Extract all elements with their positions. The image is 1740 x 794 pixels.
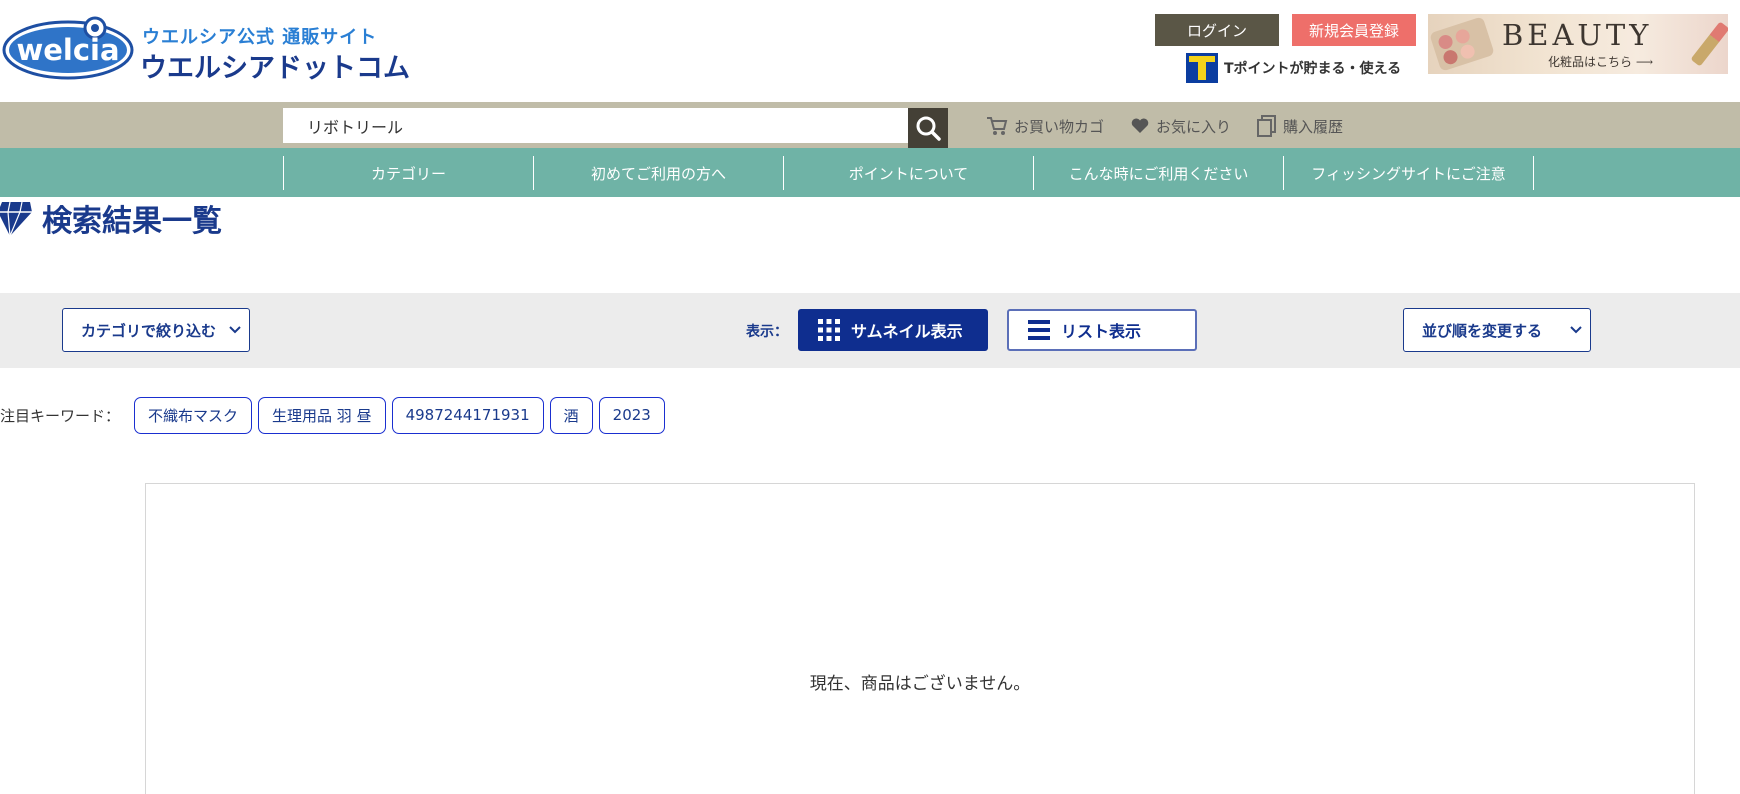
banner-title: BEAUTY [1502,18,1653,52]
nav-item-points[interactable]: ポイントについて [783,156,1033,190]
search-icon [916,116,941,141]
favorites-link-label: お気に入り [1156,117,1232,136]
category-filter-select[interactable]: カテゴリで絞り込む [62,308,250,352]
nav-item-category[interactable]: カテゴリー [283,156,533,190]
keyword-tag[interactable]: 4987244171931 [391,396,544,434]
main-nav: カテゴリー 初めてご利用の方へ ポイントについて こんな時にご利用ください フィ… [0,148,1740,197]
chevron-down-icon [229,326,241,334]
keyword-tag[interactable]: 不織布マスク [134,396,253,434]
cart-link-label: お買い物カゴ [1014,117,1105,136]
diamond-icon [0,201,32,237]
sort-label: 並び順を変更する [1422,321,1543,340]
search-button[interactable] [908,108,948,148]
history-link[interactable]: 購入履歴 [1257,114,1343,138]
logo-mark-text: welcia [16,33,119,67]
thumbnail-view-button[interactable]: サムネイル表示 [798,309,988,351]
nav-item-usage[interactable]: こんな時にご利用ください [1033,156,1283,190]
search-bar: お買い物カゴ お気に入り 購入履歴 [0,102,1740,148]
lipstick-image [1690,21,1728,67]
tpoint-text: Tポイントが貯まる・使える [1224,61,1402,77]
list-view-button[interactable]: リスト表示 [1007,309,1197,351]
banner-subtitle: 化粧品はこちら ⟶ [1548,55,1654,69]
nav-item-phishing[interactable]: フィッシングサイトにご注意 [1283,156,1533,190]
login-button[interactable]: ログイン [1155,14,1279,46]
history-link-label: 購入履歴 [1283,117,1344,136]
heart-icon [1131,118,1149,133]
list-view-label: リスト表示 [1061,322,1142,341]
category-filter-label: カテゴリで絞り込む [81,321,217,340]
keywords-label: 注目キーワード： [0,406,121,425]
sort-select[interactable]: 並び順を変更する [1403,308,1591,352]
list-icon [1028,320,1050,340]
search-input[interactable] [283,108,908,143]
chevron-down-icon [1570,326,1582,334]
no-results-message: 現在、商品はございません。 [809,674,1031,694]
view-label: 表示： [746,324,788,340]
nav-divider [1533,156,1534,190]
favorites-link[interactable]: お気に入り [1130,114,1231,138]
page-title-row: 検索結果一覧 [0,196,222,240]
site-logo[interactable]: welcia ウエルシア公式 通販サイト ウエルシアドットコム [2,14,410,84]
grid-icon [818,319,840,341]
welcia-logo-mark: welcia [2,16,134,80]
register-button[interactable]: 新規会員登録 [1292,14,1416,46]
keyword-tag[interactable]: 酒 [549,396,593,434]
logo-name: ウエルシアドットコム [140,53,410,84]
tpoint-notice: Tポイントが貯まる・使える [1186,53,1401,83]
keyword-tag[interactable]: 2023 [598,396,665,434]
history-icon [1257,115,1276,137]
keyword-tag[interactable]: 生理用品 羽 昼 [258,396,386,434]
beauty-banner[interactable]: BEAUTY 化粧品はこちら ⟶ [1428,14,1728,74]
page-title: 検索結果一覧 [42,204,222,239]
cart-icon [987,117,1008,135]
featured-keywords: 注目キーワード： 不織布マスク 生理用品 羽 昼 4987244171931 酒… [0,396,671,434]
tpoint-icon [1186,53,1218,83]
result-controls: カテゴリで絞り込む 表示： サムネイル表示 リスト表示 並び順を変更する [0,293,1740,368]
cart-link[interactable]: お買い物カゴ [986,114,1104,138]
nav-item-first-time[interactable]: 初めてご利用の方へ [533,156,783,190]
thumbnail-view-label: サムネイル表示 [851,322,963,341]
site-header: welcia ウエルシア公式 通販サイト ウエルシアドットコム ログイン 新規会… [0,0,1740,102]
palette-image [1429,16,1495,72]
results-panel: 現在、商品はございません。 [145,483,1695,794]
